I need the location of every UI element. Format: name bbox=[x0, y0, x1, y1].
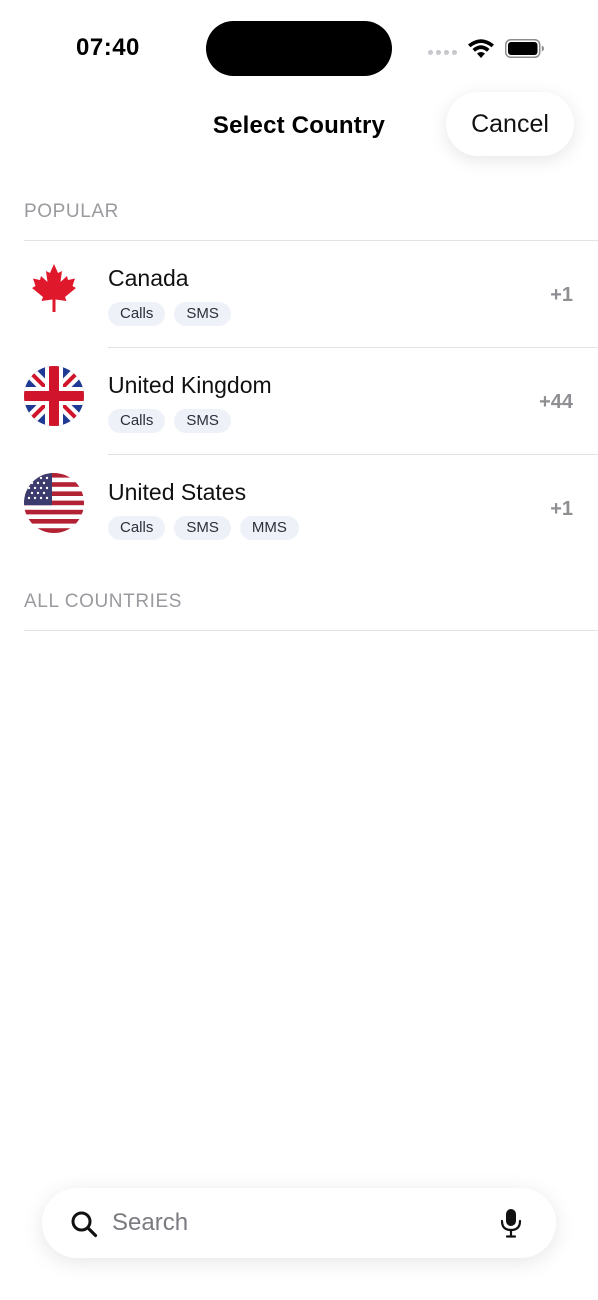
status-bar: 07:40 bbox=[0, 0, 598, 90]
wifi-icon bbox=[468, 39, 494, 58]
battery-icon bbox=[505, 39, 544, 58]
canada-flag-icon bbox=[24, 261, 84, 321]
capability-tags: Calls SMS bbox=[108, 302, 231, 326]
tag-calls: Calls bbox=[108, 302, 166, 326]
section-header-popular: POPULAR bbox=[24, 201, 120, 222]
capability-tags: Calls SMS MMS bbox=[108, 516, 299, 540]
search-bar bbox=[42, 1188, 556, 1258]
cancel-button[interactable]: Cancel bbox=[446, 92, 574, 156]
dial-code: +1 bbox=[550, 498, 573, 520]
uk-flag-icon bbox=[24, 366, 84, 426]
search-icon bbox=[71, 1211, 98, 1238]
tag-calls: Calls bbox=[108, 516, 166, 540]
tag-sms: SMS bbox=[174, 302, 231, 326]
section-divider bbox=[24, 630, 598, 631]
search-input[interactable] bbox=[112, 1200, 482, 1246]
country-row-united-states[interactable]: United States Calls SMS MMS +1 bbox=[0, 455, 598, 562]
microphone-icon[interactable] bbox=[500, 1208, 522, 1238]
navigation-header: Select Country Cancel bbox=[0, 92, 598, 162]
country-row-united-kingdom[interactable]: United Kingdom Calls SMS +44 bbox=[0, 348, 598, 455]
cellular-signal-icon bbox=[428, 50, 457, 55]
tag-mms: MMS bbox=[239, 516, 299, 540]
dial-code: +44 bbox=[539, 391, 573, 413]
dial-code: +1 bbox=[550, 284, 573, 306]
section-header-all-countries: ALL COUNTRIES bbox=[24, 591, 183, 612]
country-row-canada[interactable]: Canada Calls SMS +1 bbox=[0, 241, 598, 348]
country-name: United Kingdom bbox=[108, 372, 272, 398]
dynamic-island bbox=[206, 21, 392, 76]
status-time: 07:40 bbox=[76, 34, 140, 61]
country-name: Canada bbox=[108, 265, 189, 291]
tag-calls: Calls bbox=[108, 409, 166, 433]
capability-tags: Calls SMS bbox=[108, 409, 231, 433]
us-flag-icon bbox=[24, 473, 84, 533]
tag-sms: SMS bbox=[174, 409, 231, 433]
country-name: United States bbox=[108, 479, 247, 505]
tag-sms: SMS bbox=[174, 516, 231, 540]
